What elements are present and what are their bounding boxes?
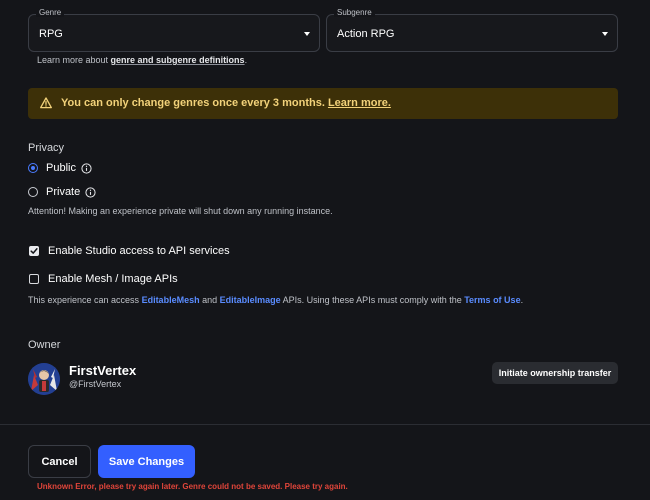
editablemesh-link[interactable]: EditableMesh xyxy=(142,295,200,305)
genre-help-suffix: . xyxy=(244,55,248,65)
warning-message: You can only change genres once every 3 … xyxy=(61,97,328,109)
info-icon[interactable] xyxy=(85,186,96,198)
private-radio[interactable] xyxy=(28,187,38,197)
terms-of-use-link[interactable]: Terms of Use xyxy=(464,295,520,305)
warning-learn-more-link[interactable]: Learn more. xyxy=(328,97,391,109)
genre-change-warning: You can only change genres once every 3 … xyxy=(28,88,618,119)
public-label: Public xyxy=(46,162,76,174)
privacy-heading: Privacy xyxy=(28,142,65,154)
initiate-ownership-transfer-button[interactable]: Initiate ownership transfer xyxy=(492,362,618,384)
info-icon[interactable] xyxy=(81,162,92,174)
genre-value: RPG xyxy=(39,28,63,40)
privacy-note: Attention! Making an experience private … xyxy=(28,206,333,216)
owner-name: FirstVertex xyxy=(69,363,137,378)
save-error-message: Unknown Error, please try again later. G… xyxy=(37,482,348,491)
studio-api-label: Enable Studio access to API services xyxy=(48,245,230,257)
genre-label: Genre xyxy=(36,8,65,17)
api-note-prefix: This experience can access xyxy=(28,295,142,305)
public-radio[interactable] xyxy=(28,163,38,173)
genre-definitions-link[interactable]: genre and subgenre definitions xyxy=(111,55,245,65)
api-note-and: and xyxy=(199,295,220,305)
studio-api-access-option[interactable]: Enable Studio access to API services xyxy=(29,245,230,257)
warning-icon xyxy=(40,97,52,109)
checkmark-icon xyxy=(30,248,38,254)
footer-divider xyxy=(0,424,650,425)
warning-text: You can only change genres once every 3 … xyxy=(61,97,391,109)
privacy-private-option[interactable]: Private xyxy=(28,186,96,198)
save-changes-button[interactable]: Save Changes xyxy=(98,445,195,478)
subgenre-value: Action RPG xyxy=(337,28,395,40)
private-label: Private xyxy=(46,186,81,198)
mesh-image-api-option[interactable]: Enable Mesh / Image APIs xyxy=(29,273,178,285)
api-note: This experience can access EditableMesh … xyxy=(28,295,523,305)
api-note-suffix: . xyxy=(520,295,524,305)
cancel-button[interactable]: Cancel xyxy=(28,445,91,478)
mesh-image-api-checkbox[interactable] xyxy=(29,274,39,284)
owner-avatar xyxy=(28,363,60,395)
genre-select[interactable]: Genre RPG xyxy=(28,8,320,52)
genre-help-text: Learn more about genre and subgenre defi… xyxy=(37,55,247,65)
owner-handle: @FirstVertex xyxy=(69,379,122,389)
subgenre-select[interactable]: Subgenre Action RPG xyxy=(326,8,618,52)
genre-help-prefix: Learn more about xyxy=(37,55,111,65)
genre-dropdown-icon xyxy=(304,32,310,36)
subgenre-label: Subgenre xyxy=(334,8,375,17)
studio-api-checkbox[interactable] xyxy=(29,246,39,256)
privacy-public-option[interactable]: Public xyxy=(28,162,92,174)
mesh-image-api-label: Enable Mesh / Image APIs xyxy=(48,273,178,285)
subgenre-dropdown-icon xyxy=(602,32,608,36)
owner-heading: Owner xyxy=(28,339,61,351)
api-note-middle: APIs. Using these APIs must comply with … xyxy=(280,295,465,305)
editableimage-link[interactable]: EditableImage xyxy=(220,295,281,305)
